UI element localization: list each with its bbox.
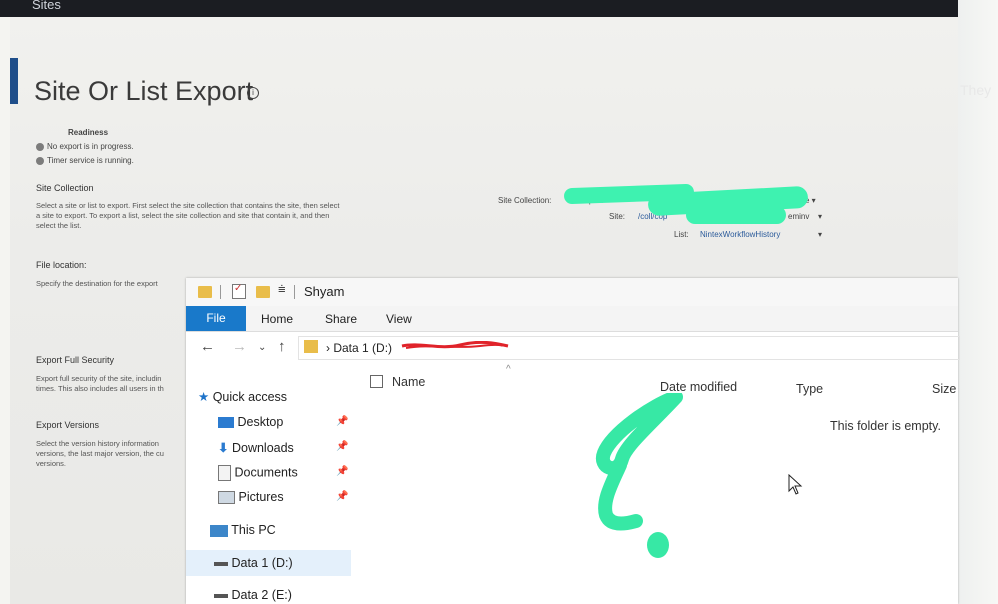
sort-ascending-icon: ^ xyxy=(506,364,511,375)
file-location-heading: File location: xyxy=(36,260,87,270)
nav-label: Documents xyxy=(234,465,298,480)
site-collection-label: Site Collection: xyxy=(498,196,552,205)
window-title: Shyam xyxy=(304,284,345,299)
nav-label: Data 2 (E:) xyxy=(231,588,292,602)
nav-item-data1-drive[interactable]: Data 1 (D:) xyxy=(214,556,293,570)
properties-icon[interactable] xyxy=(232,283,246,299)
nav-item-documents[interactable]: Documents xyxy=(218,465,298,481)
page-title: Site Or List Export xyxy=(34,76,254,106)
address-path[interactable]: › Data 1 (D:) xyxy=(326,341,392,355)
redaction-mark xyxy=(686,206,786,224)
file-location-description: Specify the destination for the export xyxy=(36,279,158,288)
site-suffix[interactable]: eminv xyxy=(788,212,809,221)
nav-item-this-pc[interactable]: This PC xyxy=(210,523,276,537)
computer-icon xyxy=(210,524,228,537)
column-header-name[interactable]: Name xyxy=(392,375,425,389)
description-line: select the list. xyxy=(36,221,82,230)
info-icon[interactable]: i xyxy=(247,87,259,99)
pin-icon[interactable]: 📌 xyxy=(336,441,348,452)
drive-icon xyxy=(214,561,228,566)
export-security-heading: Export Full Security xyxy=(36,355,115,365)
export-versions-heading: Export Versions xyxy=(36,420,100,430)
export-security-description: Export full security of the site, includ… xyxy=(36,374,164,394)
pictures-icon xyxy=(218,491,235,505)
page-accent-bar xyxy=(10,58,18,104)
readiness-text: No export is in progress. xyxy=(47,142,134,151)
select-all-checkbox[interactable] xyxy=(370,375,383,388)
pin-icon[interactable]: 📌 xyxy=(336,416,348,427)
column-header-size[interactable]: Size xyxy=(932,382,956,396)
star-icon: ★ xyxy=(198,390,210,404)
description-line: Select the version history information xyxy=(36,439,159,448)
check-icon xyxy=(36,142,44,151)
description-line: Select a site or list to export. First s… xyxy=(36,201,340,210)
readiness-heading: Readiness xyxy=(68,128,109,137)
mouse-cursor-icon xyxy=(788,474,803,495)
top-nav-bar: Sites xyxy=(0,0,958,17)
empty-folder-message: This folder is empty. xyxy=(830,419,941,433)
top-nav-label[interactable]: Sites xyxy=(32,0,61,12)
forward-arrow-icon[interactable]: → xyxy=(232,338,247,355)
nav-label: Pictures xyxy=(238,490,284,504)
address-segment[interactable]: Data 1 (D:) xyxy=(333,341,392,355)
nav-label: Desktop xyxy=(237,415,284,429)
recent-locations-chevron-icon[interactable]: ⌄ xyxy=(258,342,266,353)
folder-icon xyxy=(304,340,318,353)
nav-item-quick-access[interactable]: ★ Quick access xyxy=(198,389,287,404)
nav-item-data2-drive[interactable]: Data 2 (E:) xyxy=(214,588,292,602)
document-icon xyxy=(218,465,231,481)
list-label: List: xyxy=(674,230,689,239)
ribbon-tab-share[interactable]: Share xyxy=(325,312,357,326)
explorer-titlebar: ⩧ Shyam xyxy=(186,278,958,306)
nav-item-downloads[interactable]: ⬇ Downloads xyxy=(218,440,294,455)
ghost-text: They xyxy=(960,82,992,98)
ribbon-tab-view[interactable]: View xyxy=(386,312,412,326)
red-redaction-scribble xyxy=(401,341,509,349)
nav-label: Data 1 (D:) xyxy=(231,556,293,570)
list-dropdown-icon[interactable]: ▾ xyxy=(818,230,822,239)
download-arrow-icon: ⬇ xyxy=(218,441,229,455)
nav-item-desktop[interactable]: Desktop xyxy=(218,415,283,429)
site-collection-heading: Site Collection xyxy=(36,183,94,193)
readiness-status: No export is in progress. xyxy=(36,142,134,151)
description-line: versions, the last major version, the cu xyxy=(36,449,164,458)
ribbon-tab-home[interactable]: Home xyxy=(261,312,293,326)
nav-label: Downloads xyxy=(231,441,294,455)
quick-access-toolbar-dropdown-icon[interactable]: ⩧ xyxy=(278,281,286,297)
desktop-icon xyxy=(218,417,234,429)
readiness-text: Timer service is running. xyxy=(47,156,134,165)
check-icon xyxy=(36,156,44,165)
green-handwritten-annotation xyxy=(596,393,683,558)
column-header-date-modified[interactable]: Date modified xyxy=(660,380,737,394)
list-value[interactable]: NintexWorkflowHistory xyxy=(700,230,780,239)
address-bar[interactable] xyxy=(298,336,960,360)
ribbon xyxy=(186,306,958,332)
site-dropdown-icon[interactable]: ▾ xyxy=(818,212,822,221)
divider xyxy=(294,285,295,299)
readiness-status: Timer service is running. xyxy=(36,156,134,165)
ribbon-tab-file[interactable]: File xyxy=(186,306,246,331)
nav-label: This PC xyxy=(231,523,276,537)
pin-icon[interactable]: 📌 xyxy=(336,491,348,502)
folder-icon xyxy=(198,286,212,298)
site-collection-description: Select a site or list to export. First s… xyxy=(36,201,339,231)
new-folder-icon[interactable] xyxy=(256,286,270,298)
drive-icon xyxy=(214,593,228,598)
up-arrow-icon[interactable]: ↑ xyxy=(278,338,286,355)
divider xyxy=(220,285,221,299)
column-header-type[interactable]: Type xyxy=(796,382,823,396)
back-arrow-icon[interactable]: ← xyxy=(200,338,215,355)
file-explorer-window: ⩧ Shyam File Home Share View ← → ⌄ ↑ › D… xyxy=(186,278,960,604)
pin-icon[interactable]: 📌 xyxy=(336,466,348,477)
nav-item-pictures[interactable]: Pictures xyxy=(218,490,284,505)
site-label: Site: xyxy=(609,212,626,221)
nav-label: Quick access xyxy=(212,390,288,404)
description-line: times. This also includes all users in t… xyxy=(36,384,164,393)
export-versions-description: Select the version history information v… xyxy=(36,439,164,469)
description-line: a site to export. To export a list, sele… xyxy=(36,211,330,220)
description-line: Export full security of the site, includ… xyxy=(36,374,162,383)
description-line: versions. xyxy=(36,459,67,468)
